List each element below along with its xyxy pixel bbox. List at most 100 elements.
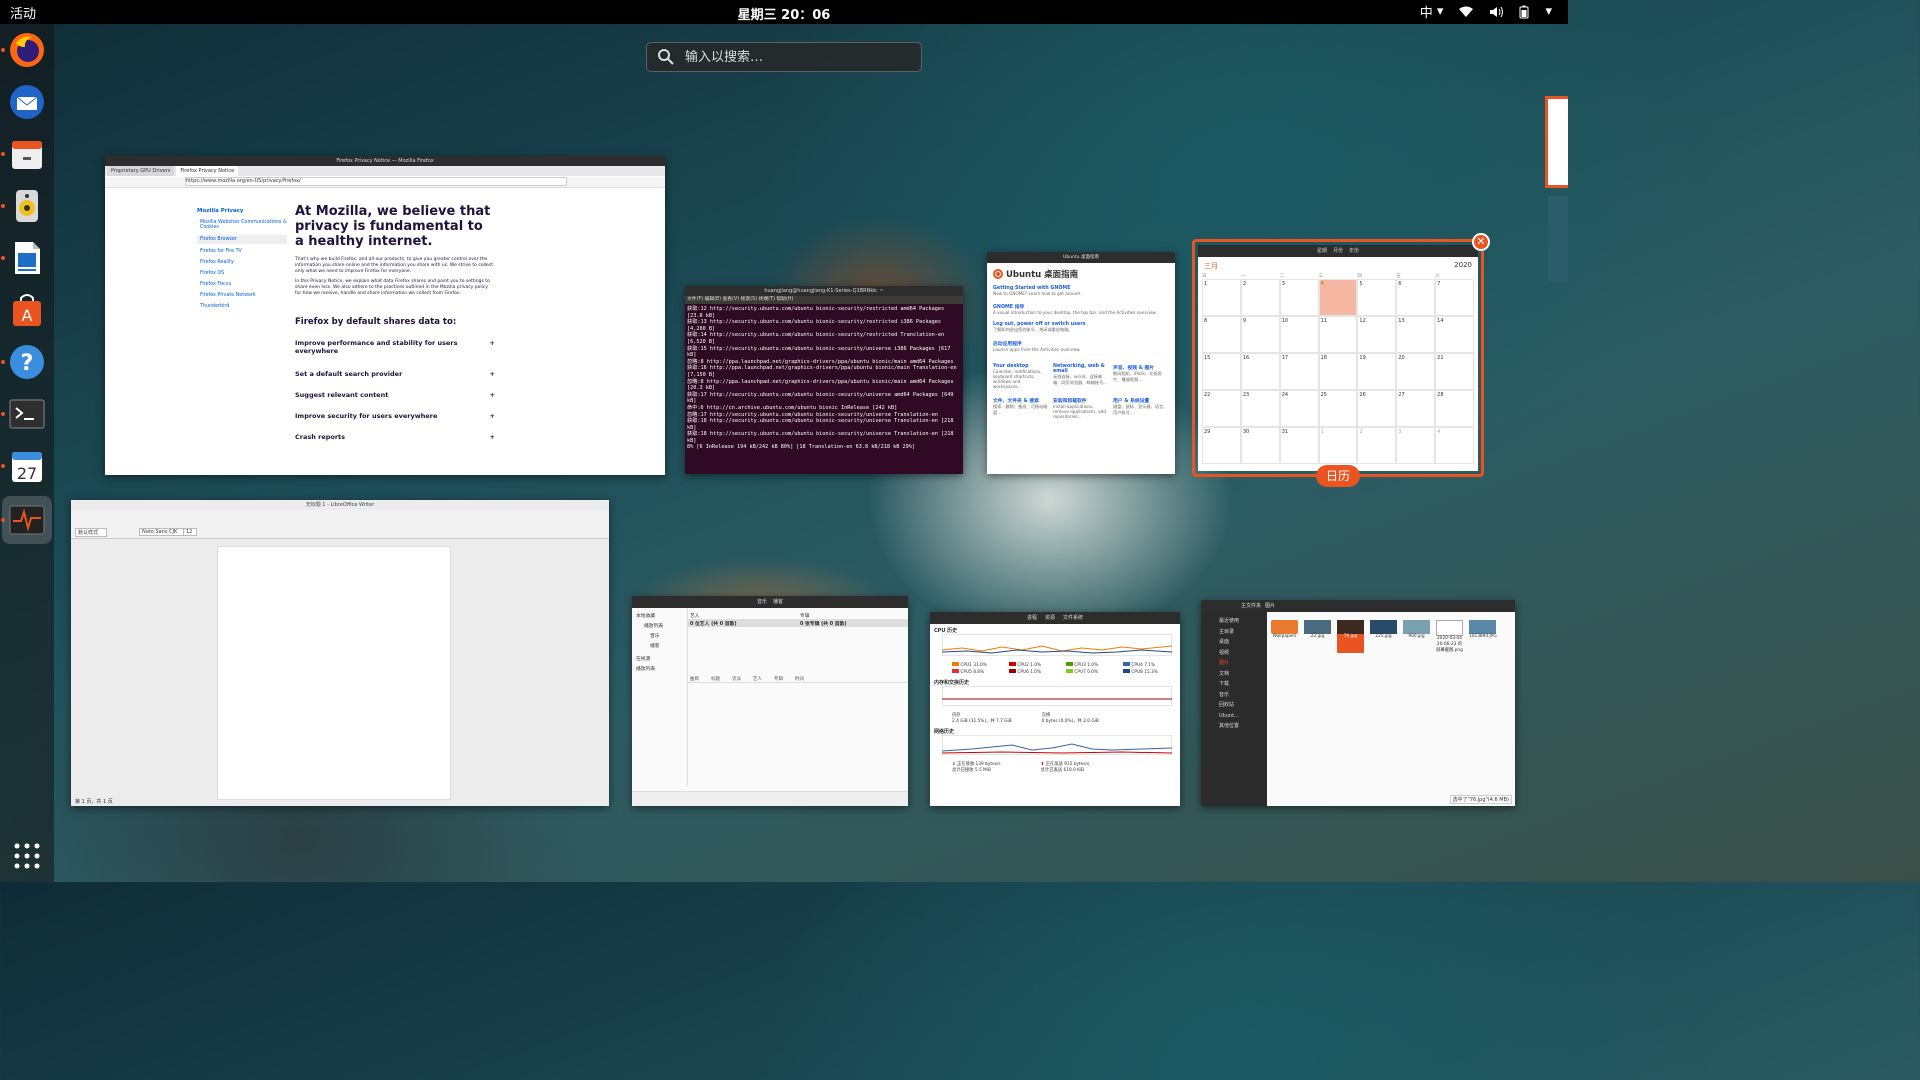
document-page[interactable] bbox=[217, 546, 451, 800]
system-monitor-window[interactable]: 进程 资源 文件系统 CPU 历史 CPU1 31.0% CPU2 1.0% C… bbox=[930, 612, 1180, 806]
sidebar-item[interactable]: 音乐 bbox=[650, 632, 683, 639]
topic-link[interactable]: 文件、文件夹 & 搜索 bbox=[993, 397, 1049, 404]
clock[interactable]: 星期三 20：06 bbox=[0, 4, 1568, 23]
day-cell[interactable]: 1 bbox=[1202, 279, 1241, 316]
expand-plus-icon[interactable]: + bbox=[490, 412, 495, 433]
list-item[interactable]: Crash reports + bbox=[295, 433, 495, 454]
help-window[interactable]: Ubuntu 桌面指南 Ubuntu 桌面指南 Getting Started … bbox=[987, 252, 1175, 474]
system-monitor-launcher[interactable] bbox=[2, 496, 52, 544]
sidebar-item[interactable]: 在线源 bbox=[636, 655, 683, 662]
tab-proprietary[interactable]: Proprietary GPU Drivers bbox=[107, 166, 175, 176]
day-cell[interactable]: 29 bbox=[1202, 427, 1241, 464]
firefox-launcher[interactable] bbox=[5, 28, 49, 72]
tab-processes[interactable]: 进程 bbox=[1027, 612, 1037, 624]
topic-link[interactable]: Networking, web & email bbox=[1053, 364, 1109, 374]
terminal-menubar[interactable]: 文件(F) 编辑(E) 查看(V) 搜索(S) 终端(T) 帮助(H) bbox=[685, 296, 963, 304]
day-cell[interactable]: 1 bbox=[1318, 427, 1358, 464]
show-applications-button[interactable] bbox=[5, 834, 49, 878]
day-cell[interactable]: 6 bbox=[1396, 279, 1436, 316]
tab-resources[interactable]: 资源 bbox=[1045, 612, 1055, 624]
system-menu-chevron-icon[interactable]: ▾ bbox=[1545, 4, 1552, 19]
sidebar-item-mozilla-privacy[interactable]: Mozilla Privacy bbox=[197, 208, 287, 214]
terminal-window[interactable]: huangjiang@huangjiang-K1-Series-Q1BRNkk:… bbox=[685, 286, 963, 474]
guide-link[interactable]: GNOME 指导 bbox=[993, 303, 1169, 310]
sidebar-item-thunderbird[interactable]: Thunderbird bbox=[200, 304, 287, 309]
day-cell[interactable]: 13 bbox=[1396, 316, 1436, 353]
day-cell[interactable]: 8 bbox=[1202, 316, 1241, 353]
day-cell[interactable]: 3 bbox=[1279, 279, 1319, 316]
sidebar-item-private-network[interactable]: Firefox Private Network bbox=[200, 293, 287, 298]
sidebar-item[interactable]: 下载 bbox=[1219, 679, 1267, 690]
system-tray[interactable]: 中 ▾ ▾ bbox=[1420, 2, 1552, 21]
close-window-button[interactable]: ✕ bbox=[1472, 233, 1490, 251]
topic-link[interactable]: 声音、视频 & 图片 bbox=[1113, 364, 1169, 371]
sidebar-item[interactable]: 本地收藏 bbox=[636, 612, 683, 619]
topic-link[interactable]: 用户 & 系统设置 bbox=[1113, 397, 1169, 404]
workspace-thumbnail[interactable] bbox=[1548, 196, 1568, 282]
help-launcher[interactable]: ? bbox=[5, 340, 49, 384]
day-cell[interactable]: 7 bbox=[1435, 279, 1474, 316]
rhythmbox-launcher[interactable] bbox=[5, 184, 49, 228]
sidebar-item[interactable]: 桌面 bbox=[1219, 637, 1267, 648]
day-cell[interactable]: 12 bbox=[1357, 316, 1397, 353]
file-item[interactable]: 1013894.JPG bbox=[1469, 620, 1497, 653]
firefox-window[interactable]: Firefox Privacy Notice — Mozilla Firefox… bbox=[105, 156, 665, 475]
guide-link[interactable]: 启动应用程序 bbox=[993, 340, 1169, 347]
day-cell[interactable]: 20 bbox=[1396, 353, 1436, 390]
sidebar-item[interactable]: 回收站 bbox=[1219, 700, 1267, 711]
software-launcher[interactable]: A bbox=[5, 288, 49, 332]
workspace-thumbnail-active[interactable] bbox=[1545, 96, 1568, 188]
day-cell[interactable]: 18 bbox=[1318, 353, 1358, 390]
calendar-launcher[interactable]: 27 bbox=[5, 444, 49, 488]
day-cell[interactable]: 9 bbox=[1240, 316, 1280, 353]
file-item[interactable]: 900.jpg bbox=[1403, 620, 1430, 653]
thunderbird-launcher[interactable] bbox=[5, 80, 49, 124]
day-cell[interactable]: 26 bbox=[1357, 390, 1397, 427]
writer-toolbar[interactable]: 默认样式 Noto Sans CJK 12 bbox=[71, 510, 609, 539]
writer-window[interactable]: 无标题 1 - LibreOffice Writer 默认样式 Noto San… bbox=[71, 500, 609, 806]
day-cell[interactable]: 22 bbox=[1202, 390, 1241, 427]
expand-plus-icon[interactable]: + bbox=[490, 391, 495, 412]
sidebar-item-fire-tv[interactable]: Firefox for Fire TV bbox=[200, 249, 287, 254]
list-item[interactable]: Improve security for users everywhere + bbox=[295, 412, 495, 433]
file-item[interactable]: 22.jpg bbox=[1304, 620, 1331, 653]
expand-plus-icon[interactable]: + bbox=[490, 370, 495, 391]
day-cell[interactable]: 17 bbox=[1279, 353, 1319, 390]
day-cell[interactable]: 11 bbox=[1318, 316, 1358, 353]
breadcrumb-home[interactable]: 主文件夹 bbox=[1241, 600, 1261, 612]
tab-podcast[interactable]: 播客 bbox=[773, 596, 783, 608]
search-box[interactable] bbox=[646, 42, 922, 72]
sidebar-item-firefox-browser[interactable]: Firefox Browser bbox=[197, 235, 287, 244]
file-item[interactable]: 225.jpg bbox=[1370, 620, 1397, 653]
day-cell[interactable]: 25 bbox=[1318, 390, 1358, 427]
sidebar-item[interactable]: 播客 bbox=[650, 642, 683, 649]
files-launcher[interactable] bbox=[5, 132, 49, 176]
day-cell[interactable]: 3 bbox=[1396, 427, 1436, 464]
day-cell[interactable]: 19 bbox=[1357, 353, 1397, 390]
day-cell[interactable]: 28 bbox=[1435, 390, 1474, 427]
day-cell[interactable]: 10 bbox=[1279, 316, 1319, 353]
file-item-selected[interactable]: 76.jpg bbox=[1337, 620, 1364, 653]
files-window[interactable]: 主文件夹 图片 最近使用 主目录 桌面 视频 图片 文档 下载 音乐 回收站 U… bbox=[1201, 600, 1515, 806]
tab-music[interactable]: 音乐 bbox=[757, 596, 767, 608]
day-cell[interactable]: 2 bbox=[1357, 427, 1397, 464]
sidebar-item[interactable]: 其他位置 bbox=[1219, 721, 1267, 732]
sidebar-item[interactable]: 音乐 bbox=[1219, 690, 1267, 701]
sidebar-item-firefox-os[interactable]: Firefox OS bbox=[200, 271, 287, 276]
list-item[interactable]: Suggest relevant content + bbox=[295, 391, 495, 412]
sidebar-item[interactable]: 播放列表 bbox=[636, 665, 683, 672]
sidebar-item[interactable]: 视频 bbox=[1219, 648, 1267, 659]
font-size-select[interactable]: 12 bbox=[183, 528, 198, 536]
url-bar[interactable]: https://www.mozilla.org/en-US/privacy/fi… bbox=[185, 177, 567, 186]
font-name-select[interactable]: Noto Sans CJK bbox=[139, 528, 185, 536]
tab-privacy[interactable]: Firefox Privacy Notice bbox=[176, 166, 239, 176]
day-cell-today[interactable]: 4 bbox=[1318, 279, 1358, 316]
tab-filesystems[interactable]: 文件系统 bbox=[1063, 612, 1083, 624]
list-item[interactable]: Improve performance and stability for us… bbox=[295, 339, 495, 370]
day-cell[interactable]: 15 bbox=[1202, 353, 1241, 390]
day-cell[interactable]: 30 bbox=[1240, 427, 1280, 464]
sidebar-item[interactable]: 最近使用 bbox=[1219, 616, 1267, 627]
day-cell[interactable]: 23 bbox=[1240, 390, 1280, 427]
tab-year[interactable]: 年份 bbox=[1349, 245, 1359, 257]
sidebar-item[interactable]: 文档 bbox=[1219, 669, 1267, 680]
